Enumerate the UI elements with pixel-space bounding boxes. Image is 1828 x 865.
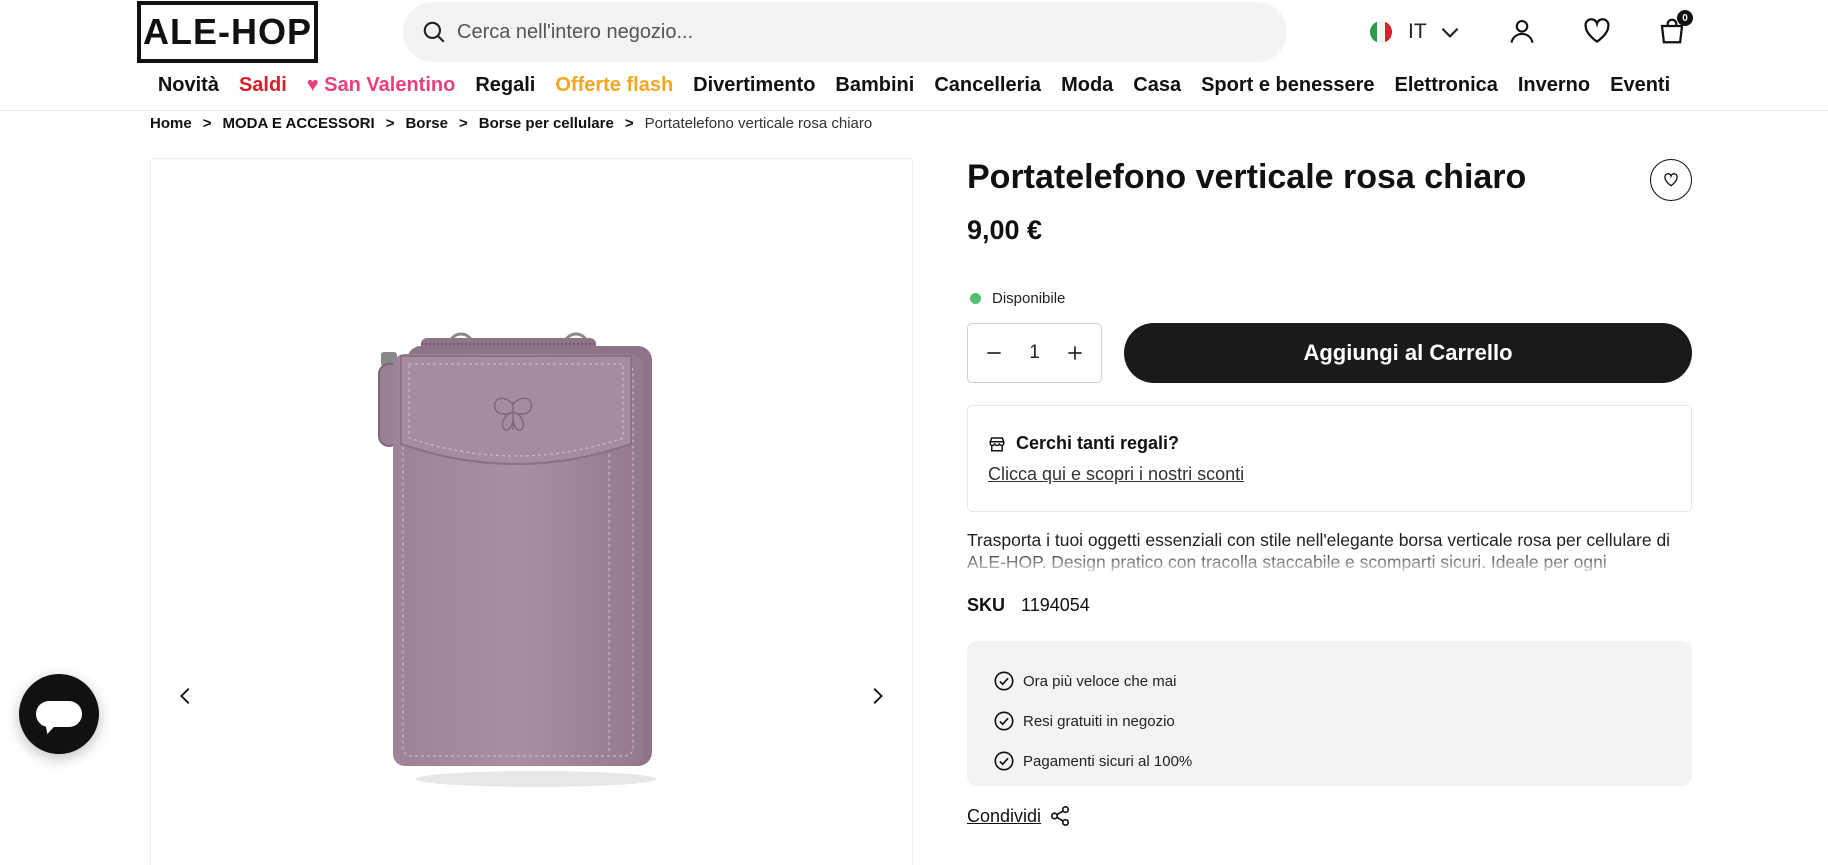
language-code: IT [1408, 20, 1427, 43]
product-sku: SKU 1194054 [967, 595, 1090, 616]
promo-box: Cerchi tanti regali? Clicca qui e scopri… [967, 405, 1692, 512]
search-input[interactable]: Cerca nell'intero negozio... [457, 21, 693, 44]
heart-icon [1664, 173, 1678, 187]
nav-item-13[interactable]: Eventi [1600, 70, 1680, 102]
chevron-right-icon [873, 688, 883, 704]
quantity-increase-button[interactable] [1063, 341, 1087, 365]
italy-flag-icon [1370, 21, 1392, 43]
product-image[interactable] [371, 324, 691, 794]
check-circle-icon [994, 711, 1014, 731]
nav-item-2[interactable]: ♥ San Valentino [297, 70, 466, 102]
site-logo[interactable]: ALE-HOP [137, 1, 318, 63]
breadcrumb-separator: > [624, 114, 634, 132]
nav-item-4[interactable]: Offerte flash [545, 70, 683, 102]
add-to-cart-button[interactable]: Aggiungi al Carrello [1124, 323, 1692, 383]
nav-item-5[interactable]: Divertimento [683, 70, 825, 102]
search-icon [423, 21, 445, 43]
nav-item-3[interactable]: Regali [465, 70, 545, 102]
chat-bubble-icon [36, 701, 82, 727]
search-bar[interactable]: Cerca nell'intero negozio... [403, 2, 1287, 62]
language-selector[interactable]: IT [1370, 14, 1463, 50]
description-fade [967, 550, 1695, 572]
nav-item-8[interactable]: Moda [1051, 70, 1123, 102]
availability-label: Disponibile [992, 290, 1066, 307]
chevron-down-icon [1441, 27, 1459, 38]
breadcrumb-separator: > [385, 114, 395, 132]
user-icon [1510, 20, 1534, 43]
product-wishlist-button[interactable] [1650, 159, 1692, 201]
sku-value: 1194054 [1021, 595, 1090, 615]
cart-count-badge: 0 [1677, 10, 1693, 26]
plus-icon [1068, 346, 1082, 360]
breadcrumb-separator: > [458, 114, 468, 132]
check-circle-icon [994, 751, 1014, 771]
nav-item-6[interactable]: Bambini [825, 70, 924, 102]
gallery-next-button[interactable] [862, 681, 892, 711]
cart-button[interactable]: 0 [1655, 10, 1693, 48]
perks-box: Ora più veloce che mai Resi gratuiti in n… [967, 641, 1692, 786]
perk-item: Pagamenti sicuri al 100% [993, 741, 1666, 781]
product-price: 9,00 € [967, 215, 1043, 245]
chevron-left-icon [180, 688, 190, 704]
site-header: ALE-HOP Cerca nell'intero negozio... IT … [0, 0, 1828, 111]
wishlist-button[interactable] [1580, 14, 1614, 48]
account-button[interactable] [1505, 14, 1539, 48]
minus-icon [987, 352, 1001, 354]
product-gallery [150, 158, 913, 865]
breadcrumb-separator: > [202, 114, 212, 132]
nav-item-12[interactable]: Inverno [1508, 70, 1600, 102]
nav-item-9[interactable]: Casa [1123, 70, 1191, 102]
promo-title: Cerchi tanti regali? [1016, 433, 1180, 453]
quantity-decrease-button[interactable] [982, 341, 1006, 365]
breadcrumb: Home > MODA E ACCESSORI > Borse > Borse per ce… [150, 113, 872, 133]
breadcrumb-link[interactable]: MODA E ACCESSORI [222, 115, 374, 132]
nav-item-11[interactable]: Elettronica [1385, 70, 1508, 102]
breadcrumb-link[interactable]: Borse per cellulare [479, 115, 614, 132]
quantity-stepper[interactable]: 1 [967, 323, 1102, 383]
main-navigation: Novità Saldi ♥ San Valentino Regali Offerte … [0, 70, 1828, 102]
nav-item-1[interactable]: Saldi [229, 70, 297, 102]
nav-item-7[interactable]: Cancelleria [924, 70, 1051, 102]
breadcrumb-current: Portatelefono verticale rosa chiaro [644, 114, 873, 132]
share-label[interactable]: Condividi [967, 806, 1041, 827]
breadcrumb-link[interactable]: Home [150, 115, 192, 132]
perk-item: Resi gratuiti in negozio [993, 701, 1666, 741]
perk-label: Pagamenti sicuri al 100% [1023, 752, 1193, 770]
gallery-prev-button[interactable] [171, 681, 201, 711]
check-circle-icon [994, 671, 1014, 691]
perk-item: Ora più veloce che mai [993, 661, 1666, 701]
nav-item-0[interactable]: Novità [148, 70, 229, 102]
share-button[interactable]: Condividi [967, 805, 1071, 827]
quantity-value[interactable]: 1 [1029, 342, 1040, 364]
share-icon [1050, 806, 1070, 826]
heart-icon [1584, 18, 1610, 43]
product-title: Portatelefono verticale rosa chiaro [967, 158, 1527, 196]
availability-dot [970, 293, 981, 304]
perk-label: Ora più veloce che mai [1023, 672, 1177, 690]
breadcrumb-link[interactable]: Borse [405, 115, 448, 132]
availability-status: Disponibile [970, 290, 1065, 307]
chat-button[interactable] [19, 674, 99, 754]
store-icon [989, 436, 1005, 451]
nav-item-10[interactable]: Sport e benessere [1191, 70, 1384, 102]
perk-label: Resi gratuiti in negozio [1023, 712, 1175, 730]
sku-label: SKU [967, 595, 1006, 615]
promo-link[interactable]: Clicca qui e scopri i nostri sconti [988, 464, 1671, 485]
